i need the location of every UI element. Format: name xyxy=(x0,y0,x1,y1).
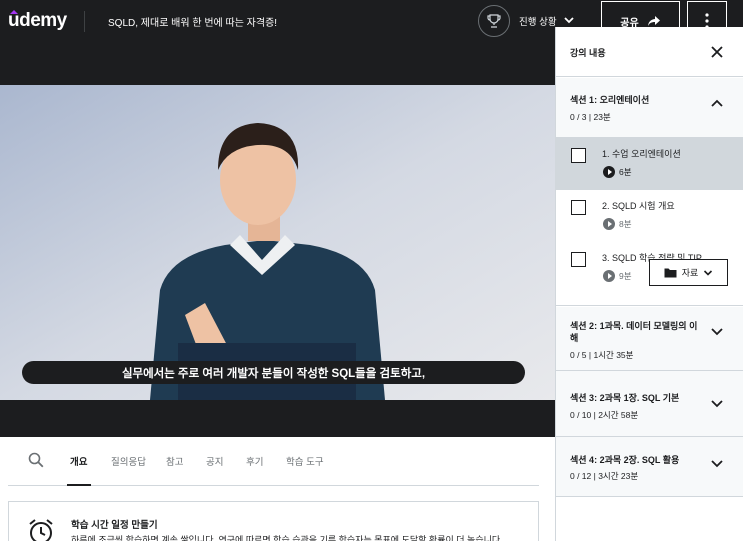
lecture-tabs: 개요 질의응답 참고 공지 후기 학습 도구 xyxy=(8,437,539,486)
video-player[interactable]: 실무에서는 주로 여러 개발자 분들이 작성한 SQL들을 검토하고, xyxy=(0,43,555,437)
tab-reviews[interactable]: 후기 xyxy=(246,454,263,468)
chevron-down-icon xyxy=(704,269,713,276)
section-title: 섹션 1: 오리엔테이션 xyxy=(570,95,650,105)
lecture-checkbox[interactable] xyxy=(571,252,586,267)
active-tab-indicator xyxy=(67,484,91,486)
sidebar-header: 강의 내용 xyxy=(556,27,743,77)
section-title: 섹션 3: 2과목 1장. SQL 기본 xyxy=(570,393,680,403)
tab-qna[interactable]: 질의응답 xyxy=(111,454,146,468)
alarm-clock-icon xyxy=(29,519,53,541)
tab-learning-tools[interactable]: 학습 도구 xyxy=(286,454,324,468)
lecture-item[interactable]: 3. SQLD 학습 전략 및 TIP 9분 자료 xyxy=(556,242,743,306)
lecture-duration-text: 9분 xyxy=(619,271,632,281)
close-icon[interactable] xyxy=(710,45,724,59)
resources-label: 자료 xyxy=(681,268,699,278)
lecture-duration: 8분 xyxy=(603,218,632,230)
sidebar-title: 강의 내용 xyxy=(570,48,606,58)
play-icon xyxy=(603,166,615,178)
header-divider xyxy=(84,11,85,32)
section-2[interactable]: 섹션 2: 1과목. 데이터 모델링의 이해 0 / 5 | 1시간 35분 xyxy=(556,307,743,371)
lecture-item[interactable]: 2. SQLD 시험 개요 8분 xyxy=(556,190,743,242)
schedule-reminder-card: 학습 시간 일정 만들기 하루에 조금씩 학습하면 계속 쌓입니다. 연구에 따… xyxy=(8,501,539,541)
section-meta: 0 / 3 | 23분 xyxy=(570,112,611,122)
video-frame[interactable] xyxy=(0,85,555,400)
resources-dropdown-button[interactable]: 자료 xyxy=(649,259,728,286)
udemy-logo[interactable]: udemy xyxy=(8,9,67,33)
section-3[interactable]: 섹션 3: 2과목 1장. SQL 기본 0 / 10 | 2시간 58분 xyxy=(556,371,743,437)
course-content-sidebar: 강의 내용 섹션 1: 오리엔테이션 0 / 3 | 23분 1. 수업 오리엔… xyxy=(555,27,743,541)
section-1[interactable]: 섹션 1: 오리엔테이션 0 / 3 | 23분 xyxy=(556,78,743,138)
section-meta: 0 / 10 | 2시간 58분 xyxy=(570,410,639,420)
presenter-image xyxy=(0,85,555,400)
folder-icon xyxy=(664,268,677,278)
tab-notes[interactable]: 참고 xyxy=(166,454,183,468)
section-meta: 0 / 12 | 3시간 23분 xyxy=(570,471,639,481)
tab-overview[interactable]: 개요 xyxy=(70,454,87,468)
progress-label[interactable]: 진행 상황 xyxy=(519,14,557,28)
lecture-checkbox[interactable] xyxy=(571,148,586,163)
chevron-up-icon[interactable] xyxy=(710,98,724,108)
chevron-down-icon[interactable] xyxy=(710,459,724,469)
lecture-item[interactable]: 1. 수업 오리엔테이션 6분 xyxy=(556,138,743,190)
lecture-duration-text: 8분 xyxy=(619,219,632,229)
course-title[interactable]: SQLD, 제대로 배워 한 번에 따는 자격증! xyxy=(108,14,277,29)
trophy-icon[interactable] xyxy=(478,5,510,37)
section-meta: 0 / 5 | 1시간 35분 xyxy=(570,350,634,360)
lecture-duration-text: 6분 xyxy=(619,167,632,177)
section-4[interactable]: 섹션 4: 2과목 2장. SQL 활용 0 / 12 | 3시간 23분 xyxy=(556,437,743,497)
lecture-duration: 9분 xyxy=(603,270,632,282)
subtitle-caption: 실무에서는 주로 여러 개발자 분들이 작성한 SQL들을 검토하고, xyxy=(22,361,525,384)
play-icon xyxy=(603,218,615,230)
lecture-duration: 6분 xyxy=(603,166,632,178)
tab-announcements[interactable]: 공지 xyxy=(206,454,223,468)
section-title: 섹션 2: 1과목. 데이터 모델링의 이해 xyxy=(570,321,698,343)
chevron-down-icon[interactable] xyxy=(710,327,724,337)
search-icon[interactable] xyxy=(28,452,44,468)
reminder-title: 학습 시간 일정 만들기 xyxy=(71,520,158,531)
section-title: 섹션 4: 2과목 2장. SQL 활용 xyxy=(570,455,680,465)
share-arrow-icon xyxy=(647,16,660,26)
lecture-checkbox[interactable] xyxy=(571,200,586,215)
reminder-text: 하루에 조금씩 학습하면 계속 쌓입니다. 연구에 따르면 학습 습관을 기른 … xyxy=(71,535,501,541)
chevron-down-icon[interactable] xyxy=(710,399,724,409)
chevron-down-icon[interactable] xyxy=(563,13,575,27)
play-icon xyxy=(603,270,615,282)
lecture-title: 2. SQLD 시험 개요 xyxy=(602,201,675,211)
lecture-title: 1. 수업 오리엔테이션 xyxy=(602,149,681,159)
